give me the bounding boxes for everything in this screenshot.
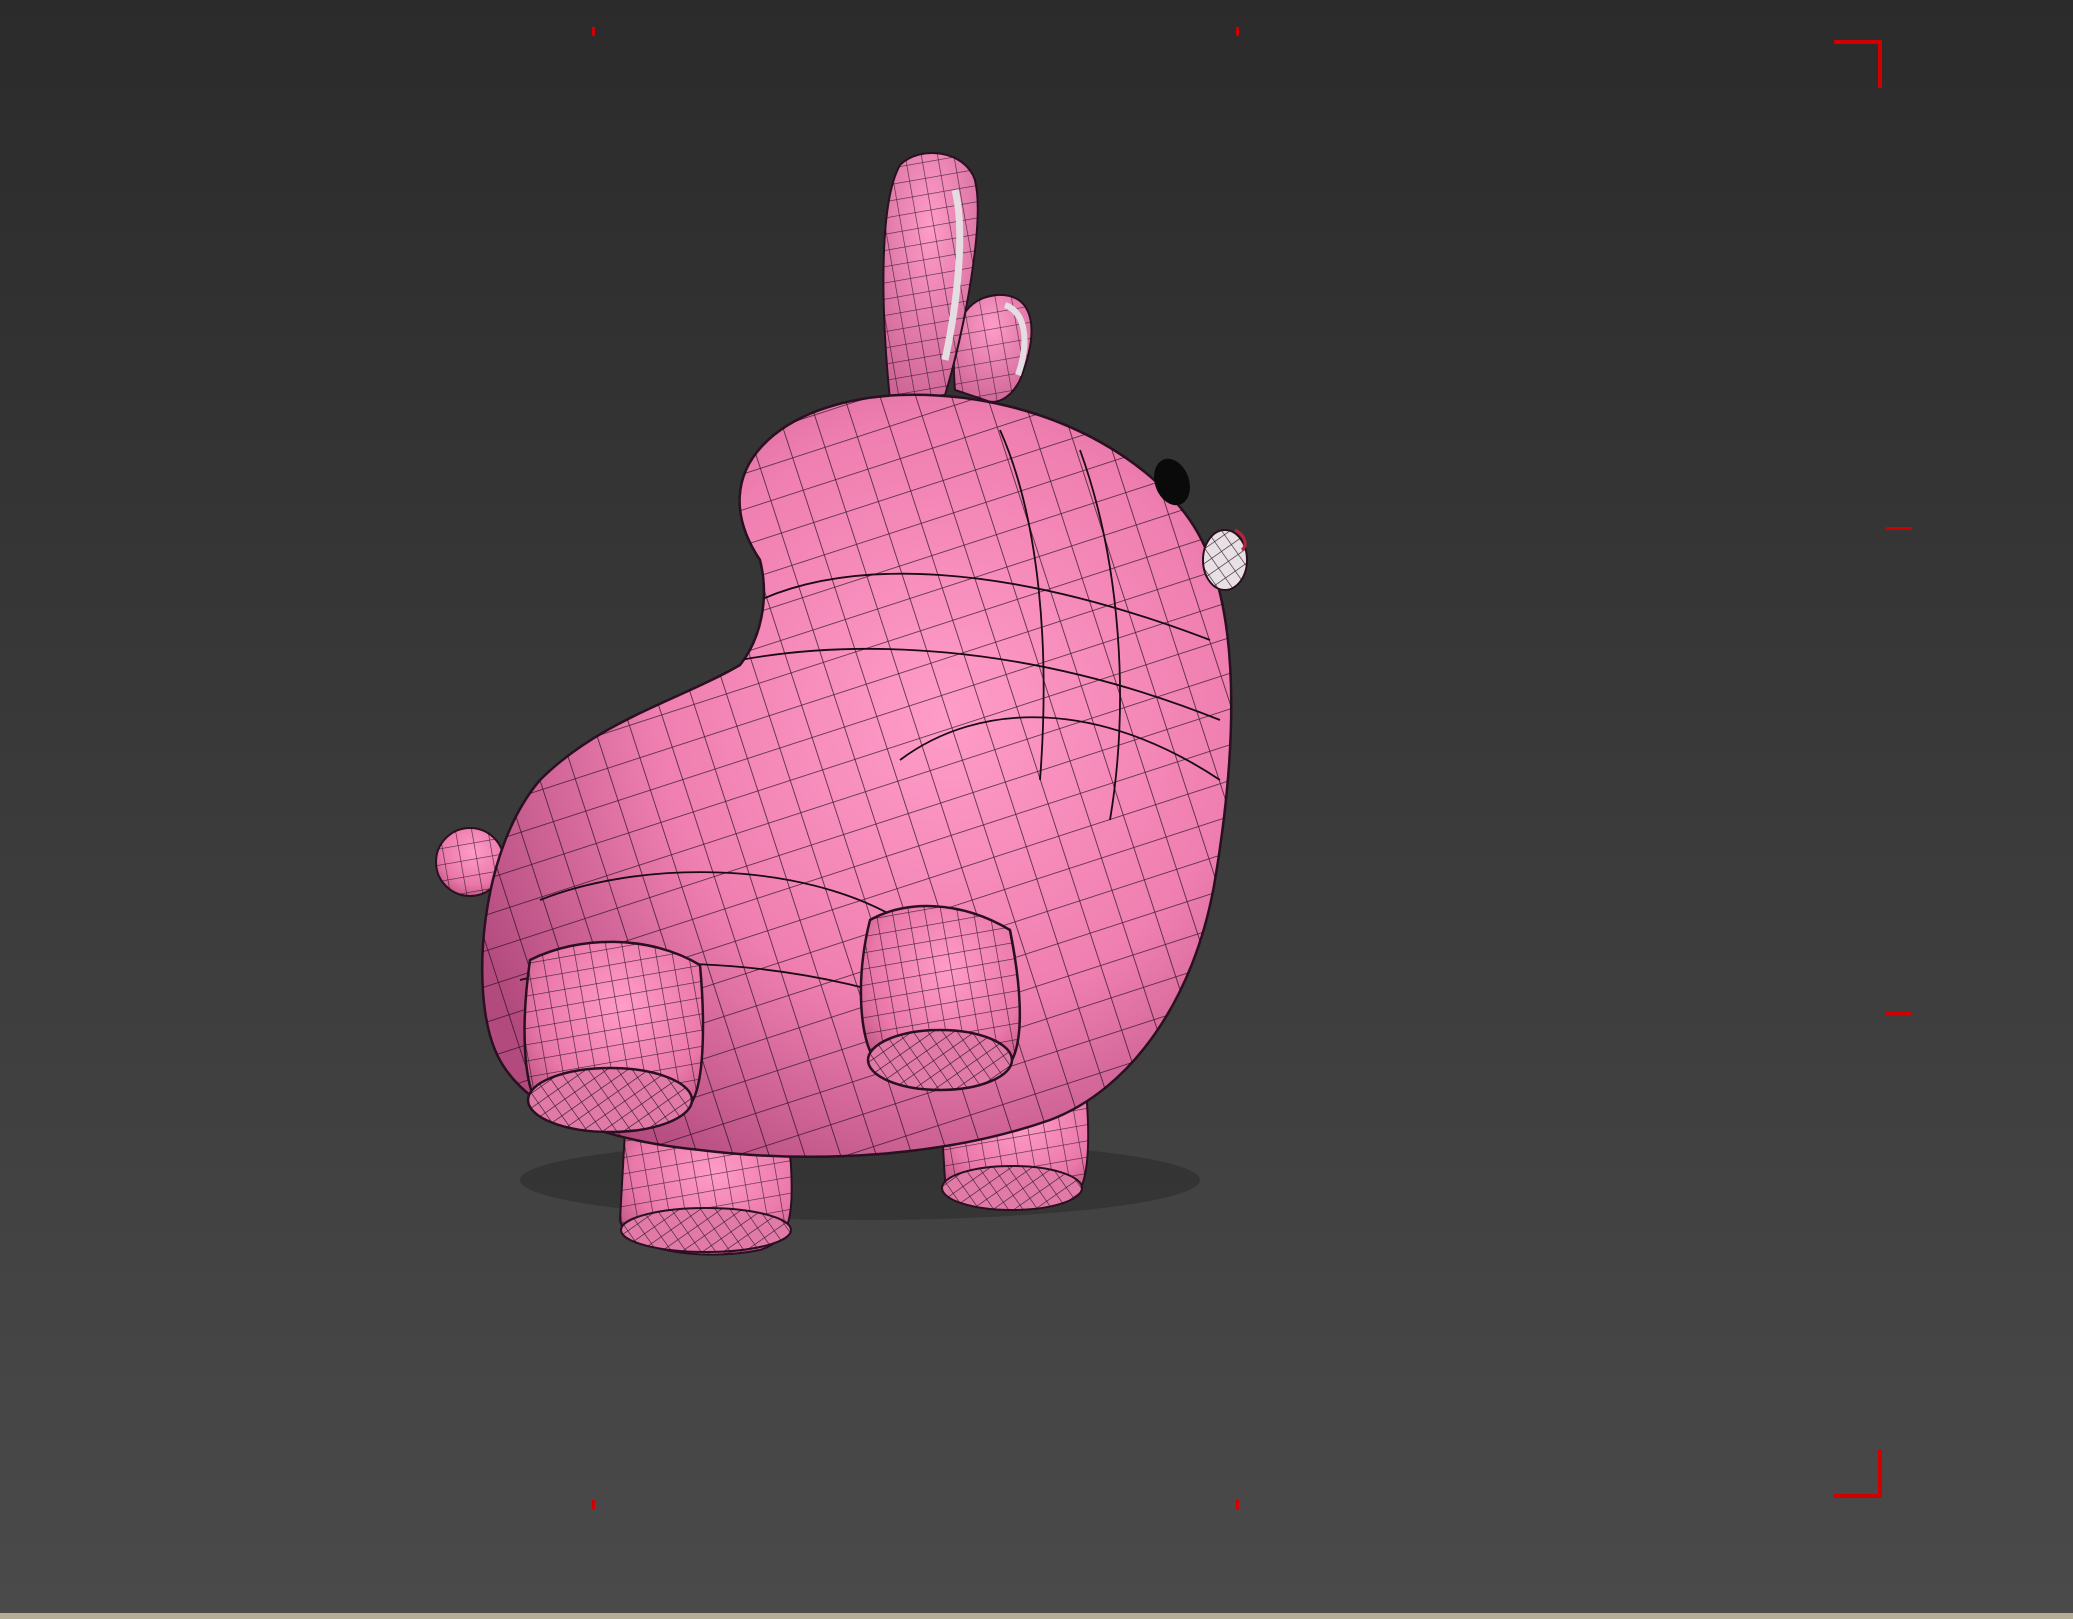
bunny-leg-front-near[interactable]: [859, 904, 1022, 1092]
safe-frame-tick-top-left: [592, 27, 595, 36]
safe-frame-corner-top-right-v: [1878, 40, 1882, 88]
safe-frame-corner-bottom-right-v: [1878, 1450, 1882, 1498]
bunny-nose[interactable]: [1202, 528, 1248, 591]
3d-viewport[interactable]: [0, 0, 2073, 1619]
safe-frame-tick-right-upper: [1886, 527, 1912, 530]
safe-frame-corner-bottom-right-h: [1834, 1494, 1882, 1498]
safe-frame-tick-bottom-mid: [1236, 1500, 1239, 1509]
safe-frame-tick-bottom-left: [592, 1500, 595, 1509]
safe-frame-corner-top-right-h: [1834, 40, 1882, 44]
viewport-bottom-border: [0, 1613, 2073, 1619]
safe-frame-tick-top-mid: [1236, 27, 1239, 36]
bunny-leg-back-near[interactable]: [523, 940, 705, 1134]
scene-canvas[interactable]: [0, 0, 2073, 1619]
safe-frame-tick-right-lower: [1886, 1012, 1912, 1015]
